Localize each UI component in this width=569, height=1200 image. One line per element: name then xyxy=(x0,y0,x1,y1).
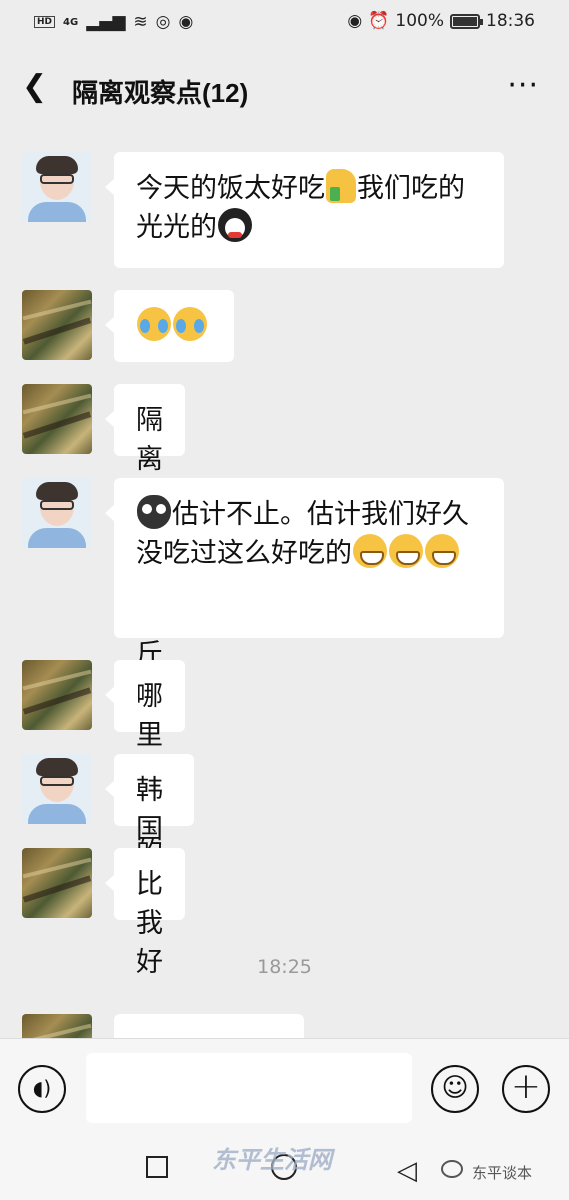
wechat-icon xyxy=(441,1160,463,1178)
signal-icon: ▂▄▆ xyxy=(86,12,126,32)
avatar[interactable] xyxy=(22,660,92,730)
grinning-face-icon xyxy=(425,534,459,568)
clock: 18:36 xyxy=(486,11,535,31)
avatar[interactable] xyxy=(22,1014,92,1038)
avatar[interactable] xyxy=(22,152,92,222)
status-bar: HD 4G ▂▄▆ ≋ ◎ ◉ ◉ ⏰ 100% 18:36 xyxy=(0,0,569,44)
message-bubble[interactable] xyxy=(114,1014,304,1038)
voice-icon[interactable]: ◖) xyxy=(18,1065,66,1113)
avatar[interactable] xyxy=(22,290,92,360)
hd-badge: HD xyxy=(34,16,56,28)
avatar[interactable] xyxy=(22,478,92,548)
owl-icon xyxy=(137,495,171,529)
plus-icon[interactable]: + xyxy=(502,1065,550,1113)
penguin-icon xyxy=(218,208,252,242)
chat-messages[interactable]: 今天的饭太好吃我们吃的光光的 隔离三天重三斤 估计不止。估计我们好久没吃过这么好… xyxy=(0,130,569,1038)
more-dots-icon[interactable]: ··· xyxy=(507,68,539,103)
avatar[interactable] xyxy=(22,848,92,918)
message-input[interactable] xyxy=(86,1053,412,1123)
thumbs-up-icon xyxy=(326,169,356,203)
input-bar: ◖) ☺ + xyxy=(0,1038,569,1138)
crying-face-icon xyxy=(137,307,171,341)
chevron-left-icon[interactable]: ❮ xyxy=(22,70,52,104)
chat-header: ❮ 隔离观察点(12) ··· xyxy=(0,44,569,130)
battery-icon xyxy=(450,13,483,29)
app-notification-icon-2: ◉ xyxy=(178,12,194,32)
watermark-logo: 东平生活网 xyxy=(212,1146,332,1174)
avatar[interactable] xyxy=(22,384,92,454)
battery-percent: 100% xyxy=(395,11,444,31)
avatar[interactable] xyxy=(22,754,92,824)
eye-icon: ◉ xyxy=(347,11,363,31)
back-triangle-icon[interactable]: ◁ xyxy=(397,1156,417,1186)
message-bubble[interactable] xyxy=(105,290,234,362)
grinning-face-icon xyxy=(353,534,387,568)
message-bubble[interactable]: 比我好 xyxy=(105,848,185,978)
message-bubble[interactable]: 估计不止。估计我们好久没吃过这么好吃的 xyxy=(105,478,504,638)
smiley-icon[interactable]: ☺ xyxy=(431,1065,479,1113)
app-notification-icon: ◎ xyxy=(155,12,171,32)
chat-title: 隔离观察点(12) xyxy=(72,78,249,108)
message-text: 今天的饭太好吃 xyxy=(136,173,325,204)
message-bubble[interactable]: 韩国 xyxy=(105,754,194,883)
battery-fill xyxy=(453,16,477,26)
message-text: 韩国 xyxy=(136,775,163,845)
wifi-icon: ≋ xyxy=(133,12,148,32)
message-bubble[interactable]: 今天的饭太好吃 我们吃的光光的 xyxy=(105,152,504,268)
message-bubble[interactable]: 隔离三天重三斤 xyxy=(105,384,185,670)
message-bubble[interactable]: 哪里回来的 xyxy=(105,660,185,868)
status-right: ◉ ⏰ 100% 18:36 xyxy=(347,11,535,31)
recent-apps-icon[interactable] xyxy=(146,1156,168,1178)
grinning-face-icon xyxy=(389,534,423,568)
status-left: HD 4G ▂▄▆ ≋ ◎ ◉ xyxy=(34,12,193,32)
alarm-icon: ⏰ xyxy=(368,11,390,31)
crying-face-icon xyxy=(173,307,207,341)
message-timestamp: 18:25 xyxy=(257,956,312,978)
watermark-account: 东平谈本 xyxy=(472,1164,533,1182)
network-badge: 4G xyxy=(63,16,79,28)
